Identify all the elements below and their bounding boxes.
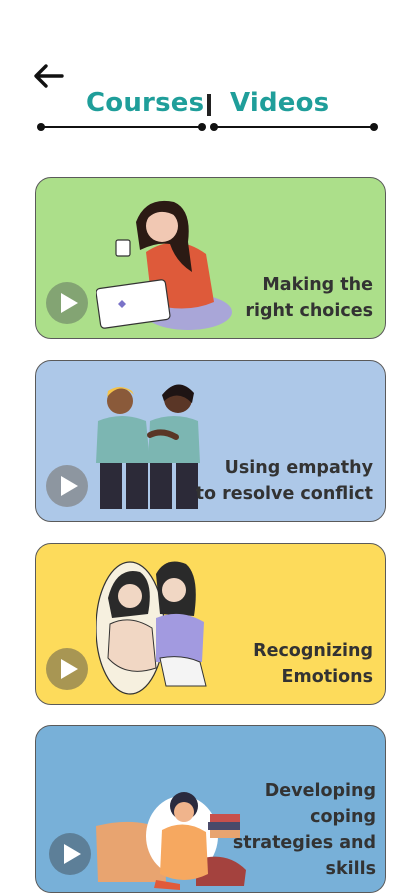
- tab-separator: [207, 94, 211, 116]
- tab-underline-videos: [210, 123, 378, 131]
- video-card[interactable]: Making the right choices: [35, 177, 386, 339]
- tab-bar: Courses Videos: [0, 86, 414, 136]
- video-card[interactable]: Recognizing Emotions: [35, 543, 386, 705]
- card-title: Developing coping strategies and skills: [232, 781, 376, 879]
- card-title: Recognizing Emotions: [253, 641, 373, 687]
- two-men-comforting-illustration: [92, 381, 212, 521]
- card-title: Using empathy to resolve conflict: [195, 458, 373, 504]
- card-title: Making the right choices: [245, 275, 373, 321]
- video-card[interactable]: Developing coping strategies and skills: [35, 725, 386, 893]
- play-button[interactable]: [46, 282, 88, 324]
- tab-courses[interactable]: Courses: [86, 88, 204, 118]
- videos-screen: Courses Videos Making the right choices: [0, 0, 414, 896]
- tab-videos[interactable]: Videos: [230, 88, 329, 118]
- girl-mirror-reflection-illustration: [96, 558, 216, 702]
- play-button[interactable]: [49, 833, 91, 875]
- play-button[interactable]: [46, 465, 88, 507]
- woman-laptop-coffee-illustration: [96, 192, 236, 332]
- tab-underline-courses: [37, 123, 206, 131]
- play-button[interactable]: [46, 648, 88, 690]
- video-card[interactable]: Using empathy to resolve conflict: [35, 360, 386, 522]
- boy-sitting-books-illustration: [96, 786, 246, 890]
